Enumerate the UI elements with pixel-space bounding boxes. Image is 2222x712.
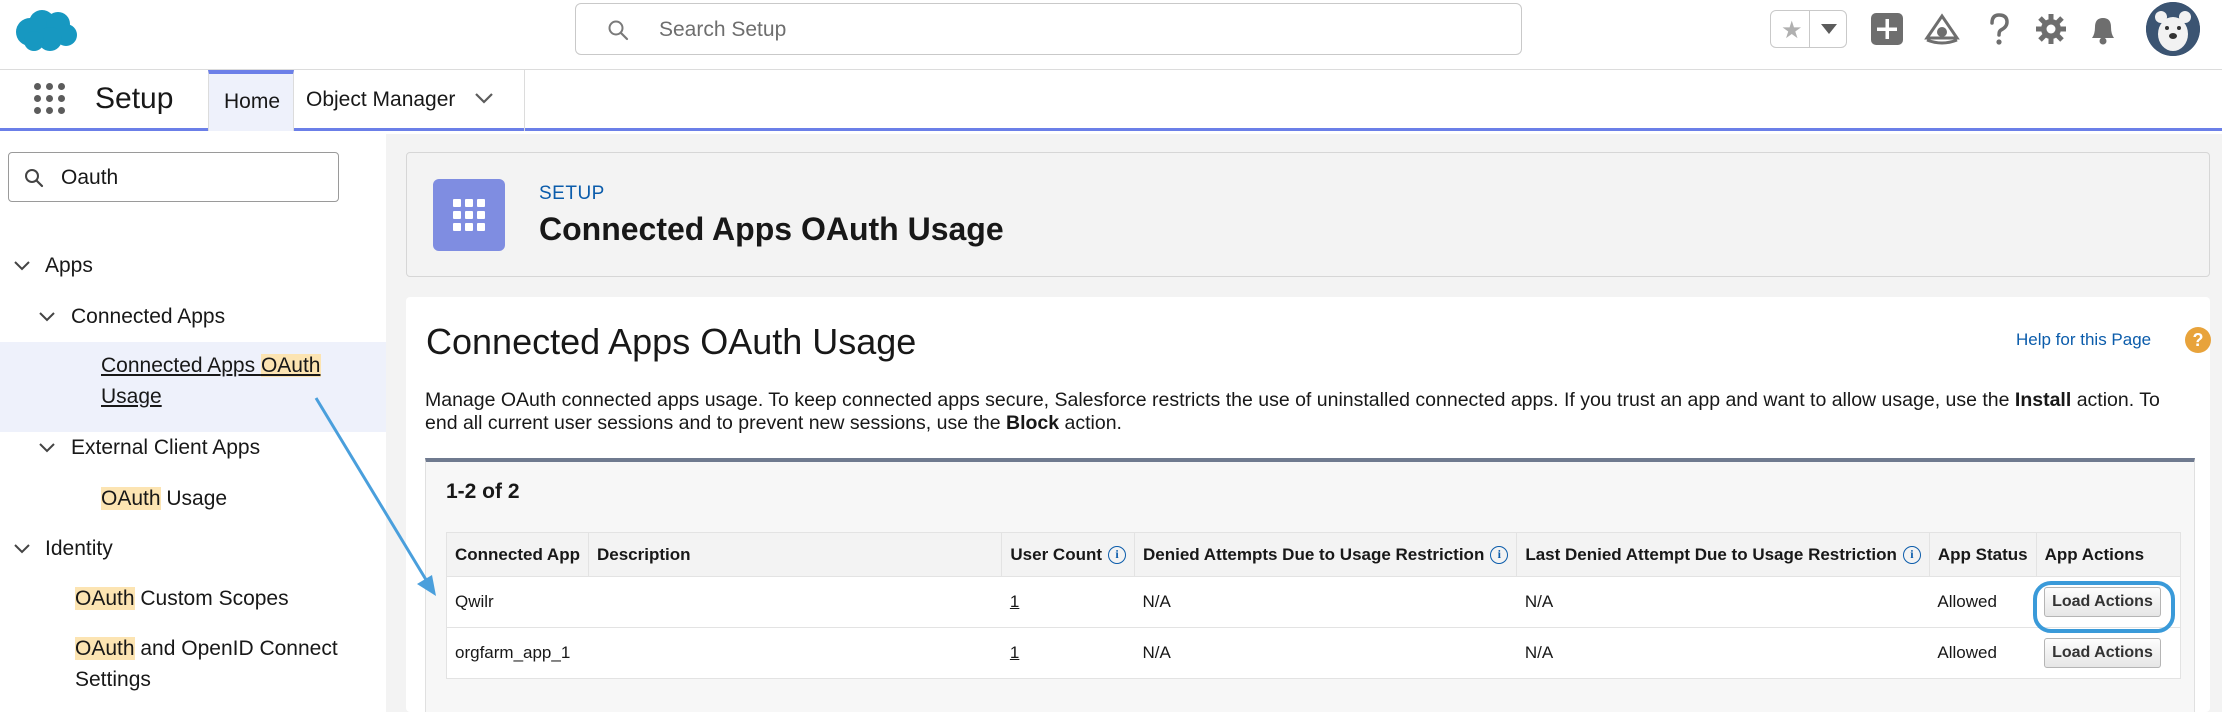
sidebar-item-label: and OpenID Connect bbox=[134, 637, 338, 660]
sidebar-item-identity[interactable]: Identity bbox=[0, 533, 380, 564]
favorites-dropdown-icon[interactable] bbox=[1821, 24, 1837, 34]
info-icon[interactable]: i bbox=[1490, 546, 1509, 565]
app-name: Setup bbox=[95, 82, 174, 115]
sidebar-item-label: External Client Apps bbox=[71, 436, 261, 459]
salesforce-cloud-logo[interactable] bbox=[12, 6, 80, 54]
tab-home-label: Home bbox=[224, 90, 281, 113]
help-icon[interactable] bbox=[1980, 10, 2018, 48]
search-match-highlight: OAuth bbox=[101, 487, 161, 510]
content-title: Connected Apps OAuth Usage bbox=[426, 321, 917, 362]
bear-avatar-icon bbox=[2146, 2, 2200, 56]
sidebar-item-apps[interactable]: Apps bbox=[0, 250, 380, 281]
status-cell: Allowed bbox=[1929, 627, 2037, 679]
tab-home[interactable]: Home bbox=[208, 70, 294, 131]
tab-object-manager[interactable]: Object Manager bbox=[294, 70, 525, 131]
last-denied-cell: N/A bbox=[1516, 576, 1930, 628]
table-row: orgfarm_app_1 1 N/A N/A Allowed Load Act… bbox=[446, 627, 2182, 679]
search-match-highlight: OAuth bbox=[260, 354, 321, 377]
chevron-down-icon[interactable] bbox=[14, 260, 30, 272]
app-grid-icon bbox=[433, 179, 505, 251]
search-match-highlight: OAuth bbox=[75, 587, 135, 610]
sidebar-item-external-client-apps[interactable]: External Client Apps bbox=[0, 432, 380, 463]
chevron-down-icon[interactable] bbox=[39, 311, 55, 323]
sidebar-item-label: Custom Scopes bbox=[134, 587, 289, 610]
app-nav-bar: Setup Home Object Manager bbox=[0, 70, 2222, 131]
page-eyebrow: SETUP bbox=[539, 183, 605, 204]
page-description: Manage OAuth connected apps usage. To ke… bbox=[425, 389, 2160, 434]
search-match-highlight: OAuth bbox=[75, 637, 135, 660]
setup-gear-icon[interactable] bbox=[2032, 10, 2070, 48]
info-icon[interactable]: i bbox=[1108, 546, 1127, 565]
add-icon[interactable] bbox=[1868, 10, 1906, 48]
chevron-down-icon[interactable] bbox=[14, 543, 30, 555]
actions-cell: Load Actions bbox=[2036, 627, 2182, 679]
sidebar-item-connected-apps-oauth-usage[interactable]: Connected Apps OAuth Usage bbox=[101, 350, 381, 412]
content-card: Connected Apps OAuth Usage Help for this… bbox=[406, 297, 2211, 712]
column-header: App Actions bbox=[2035, 532, 2182, 577]
global-header: Search Setup ★ bbox=[0, 0, 2222, 70]
table-header-row: Connected App Description User Count i De… bbox=[446, 532, 2182, 577]
column-header: App Status bbox=[1928, 532, 2037, 577]
chevron-down-icon[interactable] bbox=[474, 91, 494, 105]
table-row: Qwilr 1 N/A N/A Allowed Load Actions bbox=[446, 576, 2182, 628]
sidebar-item-label: Usage bbox=[160, 487, 228, 510]
page-header: SETUP Connected Apps OAuth Usage bbox=[406, 152, 2210, 277]
quick-find-input[interactable]: Oauth bbox=[8, 152, 339, 202]
trailhead-icon[interactable] bbox=[1923, 10, 1961, 48]
favorites-star-icon[interactable]: ★ bbox=[1781, 16, 1803, 45]
setup-search-input[interactable]: Search Setup bbox=[575, 3, 1522, 55]
help-question-icon[interactable]: ? bbox=[2185, 327, 2211, 353]
main-content-area: SETUP Connected Apps OAuth Usage Connect… bbox=[386, 134, 2222, 712]
load-actions-button[interactable]: Load Actions bbox=[2044, 638, 2161, 668]
sidebar-item-oauth-custom-scopes[interactable]: OAuth Custom Scopes bbox=[75, 583, 289, 614]
user-count-cell: 1 bbox=[1001, 627, 1135, 679]
last-denied-cell: N/A bbox=[1516, 627, 1930, 679]
column-header: Connected App bbox=[446, 532, 589, 577]
column-header: User Count i bbox=[1001, 532, 1136, 577]
sidebar-item-label: Connected Apps bbox=[71, 305, 226, 328]
chevron-down-icon[interactable] bbox=[39, 442, 55, 454]
sidebar-item-oauth-usage[interactable]: OAuth Usage bbox=[101, 483, 227, 514]
column-header: Last Denied Attempt Due to Usage Restric… bbox=[1516, 532, 1930, 577]
record-count: 1-2 of 2 bbox=[446, 480, 520, 503]
sidebar-link-line1: Connected Apps OAuth bbox=[101, 354, 321, 377]
connected-apps-table: Connected App Description User Count i De… bbox=[446, 532, 2182, 679]
sidebar-item-label-line2: Settings bbox=[75, 668, 151, 691]
quick-find-value: Oauth bbox=[61, 166, 119, 189]
description-cell bbox=[588, 627, 1002, 679]
search-icon bbox=[608, 20, 629, 41]
app-launcher-icon[interactable] bbox=[32, 81, 68, 117]
denied-attempts-cell: N/A bbox=[1134, 627, 1517, 679]
page-title: Connected Apps OAuth Usage bbox=[539, 211, 1004, 247]
search-icon bbox=[25, 169, 44, 188]
sidebar-item-oauth-openid-settings[interactable]: OAuth and OpenID Connect Settings bbox=[75, 633, 375, 695]
user-count-link[interactable]: 1 bbox=[1010, 643, 1019, 662]
sidebar-item-label: Apps bbox=[45, 254, 93, 277]
sidebar-item-connected-apps[interactable]: Connected Apps bbox=[0, 301, 380, 332]
user-avatar[interactable] bbox=[2146, 2, 2200, 56]
status-cell: Allowed bbox=[1929, 576, 2037, 628]
favorites-button[interactable]: ★ bbox=[1770, 10, 1847, 48]
info-icon[interactable]: i bbox=[1902, 546, 1921, 565]
setup-sidebar: Oauth Apps Connected Apps Connected Apps… bbox=[0, 134, 386, 712]
list-panel: 1-2 of 2 Connected App Description User … bbox=[425, 458, 2195, 712]
help-link[interactable]: Help for this Page bbox=[2016, 330, 2151, 350]
app-name-cell: Qwilr bbox=[446, 576, 589, 628]
annotation-highlight-ring bbox=[2033, 581, 2175, 633]
column-header: Description bbox=[587, 532, 1003, 577]
column-header: Denied Attempts Due to Usage Restriction… bbox=[1134, 532, 1518, 577]
search-placeholder: Search Setup bbox=[659, 18, 787, 41]
sidebar-item-label: Identity bbox=[45, 537, 113, 560]
description-cell bbox=[588, 576, 1002, 628]
user-count-cell: 1 bbox=[1001, 576, 1135, 628]
tab-object-manager-label: Object Manager bbox=[306, 88, 456, 111]
denied-attempts-cell: N/A bbox=[1134, 576, 1517, 628]
sidebar-link-line2: Usage bbox=[101, 385, 162, 408]
notifications-bell-icon[interactable] bbox=[2084, 10, 2122, 48]
app-name-cell: orgfarm_app_1 bbox=[446, 627, 589, 679]
favorites-divider bbox=[1809, 11, 1810, 47]
user-count-link[interactable]: 1 bbox=[1010, 592, 1019, 611]
